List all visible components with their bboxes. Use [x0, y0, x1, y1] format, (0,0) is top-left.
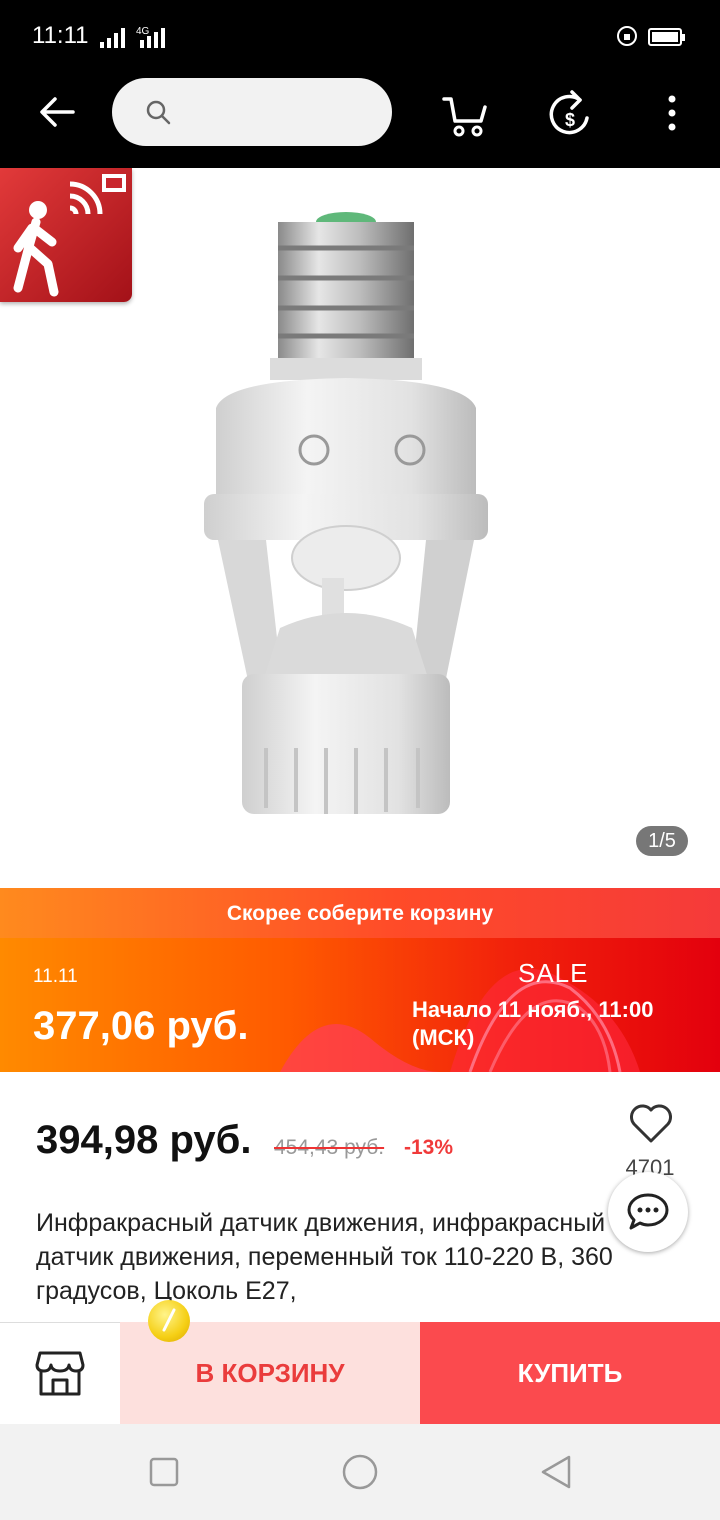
product-photo — [204, 212, 488, 814]
wishlist-button[interactable] — [628, 1102, 674, 1149]
signal-icon-2 — [140, 26, 165, 48]
back-arrow-icon — [40, 97, 75, 127]
status-bar: 11:11 4G — [0, 0, 720, 78]
search-icon — [146, 100, 171, 125]
system-nav-bar — [0, 1424, 720, 1520]
status-time: 11:11 — [32, 22, 89, 49]
sale-banner[interactable]: 11.11 377,06 руб. SALE Начало 11 нояб., … — [0, 938, 720, 1072]
motion-sensor-badge — [0, 168, 132, 302]
promo-price: 377,06 руб. — [33, 1004, 249, 1048]
currency-exchange-icon: $ — [549, 90, 589, 135]
battery-icon — [648, 28, 685, 46]
coin-shine-icon — [162, 1308, 176, 1332]
action-bar: В КОРЗИНУ КУПИТЬ — [0, 1322, 720, 1424]
current-price: 394,98 руб. — [36, 1118, 252, 1162]
image-counter: 1/5 — [636, 826, 688, 856]
cart-button[interactable] — [436, 86, 494, 142]
recents-button[interactable] — [140, 1448, 188, 1496]
search-input[interactable] — [112, 78, 392, 146]
sale-start-time: Начало 11 нояб., 11:00 (МСК) — [412, 997, 654, 1050]
back-nav-button[interactable] — [532, 1448, 580, 1496]
store-icon — [35, 1351, 85, 1396]
walking-person-icon — [13, 174, 126, 297]
store-button[interactable] — [0, 1322, 120, 1424]
old-price: 454,43 руб. — [274, 1136, 385, 1159]
promo-banner-title[interactable]: Скорее соберите корзину — [0, 888, 720, 938]
back-button[interactable] — [30, 88, 84, 136]
coin-icon[interactable] — [148, 1300, 190, 1342]
square-icon — [149, 1457, 179, 1487]
discount-badge: -13% — [404, 1136, 454, 1159]
heart-icon — [630, 1104, 672, 1143]
currency-button[interactable]: $ — [542, 84, 598, 144]
triangle-back-icon — [541, 1455, 571, 1489]
home-button[interactable] — [336, 1448, 384, 1496]
product-title: Инфракрасный датчик движения, инфракрасн… — [36, 1209, 613, 1305]
more-vertical-icon — [668, 95, 676, 131]
circle-icon — [342, 1454, 378, 1490]
svg-text:$: $ — [565, 110, 575, 130]
product-image-gallery[interactable]: 1/5 — [0, 168, 720, 888]
chat-bubble-icon — [627, 1193, 669, 1230]
sale-label: SALE — [518, 958, 589, 988]
app-bar: $ — [0, 78, 720, 168]
more-button[interactable] — [652, 88, 692, 138]
promo-date: 11.11 — [33, 966, 78, 987]
signal-icon — [100, 26, 125, 48]
chat-button[interactable] — [608, 1172, 688, 1252]
rotation-lock-icon — [617, 26, 637, 46]
cart-icon — [442, 97, 487, 137]
buy-now-button[interactable]: КУПИТЬ — [420, 1322, 720, 1424]
